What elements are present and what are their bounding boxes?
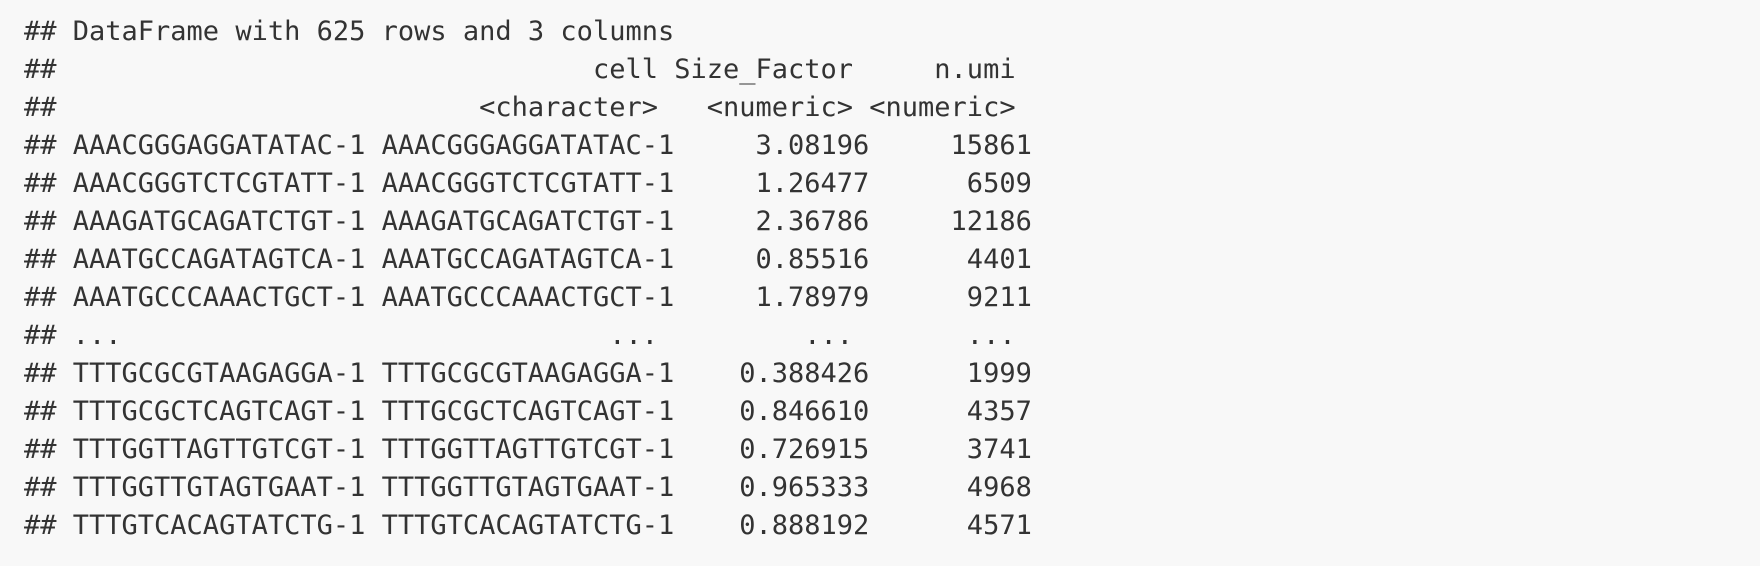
table-row: ## TTTGGTTAGTTGTCGT-1 TTTGGTTAGTTGTCGT-1… xyxy=(24,434,1032,465)
column-types-header: ## <character> <numeric> <numeric> xyxy=(24,92,1016,123)
table-row: ## TTTGGTTGTAGTGAAT-1 TTTGGTTGTAGTGAAT-1… xyxy=(24,472,1032,503)
table-row: ## TTTGCGCGTAAGAGGA-1 TTTGCGCGTAAGAGGA-1… xyxy=(24,358,1032,389)
column-names-header: ## cell Size_Factor n.umi xyxy=(24,54,1016,85)
table-row: ## AAATGCCAGATAGTCA-1 AAATGCCAGATAGTCA-1… xyxy=(24,244,1032,275)
ellipsis-row: ## ... ... ... ... xyxy=(24,320,1016,351)
table-row: ## TTTGCGCTCAGTCAGT-1 TTTGCGCTCAGTCAGT-1… xyxy=(24,396,1032,427)
table-row: ## AAAGATGCAGATCTGT-1 AAAGATGCAGATCTGT-1… xyxy=(24,206,1032,237)
dataframe-console-output: ## DataFrame with 625 rows and 3 columns… xyxy=(24,13,1032,545)
dataframe-summary-line: ## DataFrame with 625 rows and 3 columns xyxy=(24,16,675,47)
table-row: ## AAACGGGAGGATATAC-1 AAACGGGAGGATATAC-1… xyxy=(24,130,1032,161)
table-row: ## AAATGCCCAAACTGCT-1 AAATGCCCAAACTGCT-1… xyxy=(24,282,1032,313)
table-row: ## TTTGTCACAGTATCTG-1 TTTGTCACAGTATCTG-1… xyxy=(24,510,1032,541)
table-row: ## AAACGGGTCTCGTATT-1 AAACGGGTCTCGTATT-1… xyxy=(24,168,1032,199)
